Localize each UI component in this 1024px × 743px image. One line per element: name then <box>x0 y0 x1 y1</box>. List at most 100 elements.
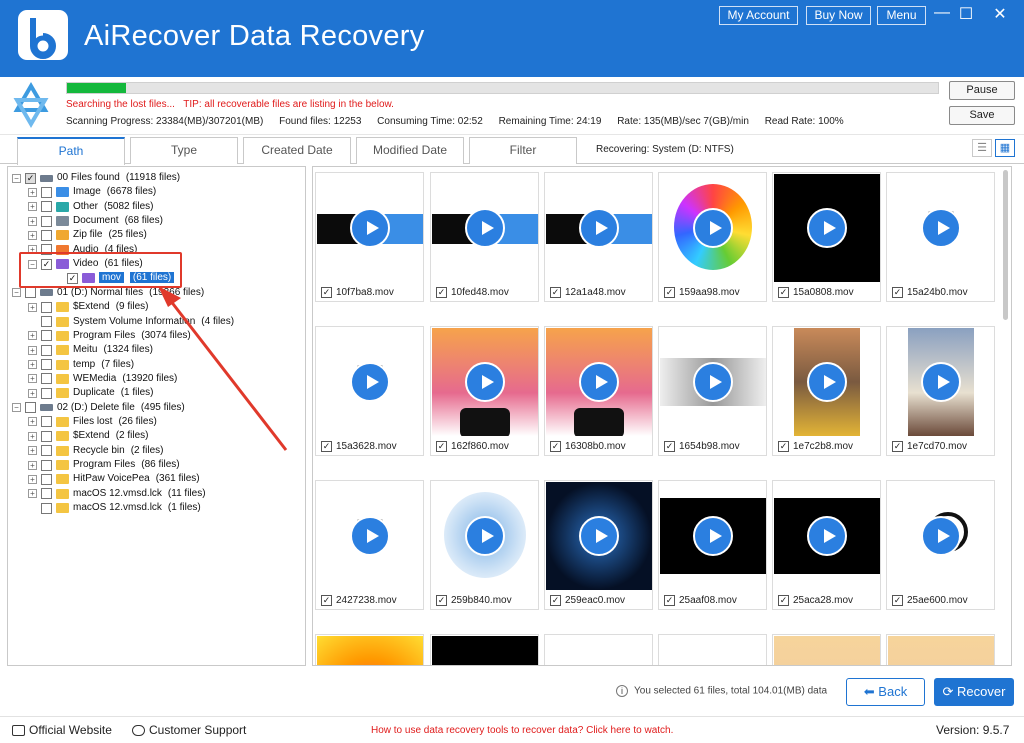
file-card[interactable]: ✓ 10fed48.mov <box>430 172 539 302</box>
tree-checkbox[interactable] <box>41 473 52 485</box>
file-checkbox[interactable]: ✓ <box>321 440 332 452</box>
tree-node[interactable]: − ✓ Video (61 files) <box>28 257 143 271</box>
play-icon[interactable] <box>465 516 505 556</box>
file-card[interactable]: ✓ 16308b0.mov <box>544 326 653 456</box>
expand-toggle-icon[interactable]: + <box>28 302 37 312</box>
tree-node[interactable]: + $Extend (9 files) <box>28 300 149 314</box>
tree-node[interactable]: + Document (68 files) <box>28 214 163 228</box>
file-checkbox[interactable]: ✓ <box>321 286 332 298</box>
tree-checkbox[interactable] <box>41 445 52 457</box>
play-icon[interactable] <box>579 362 619 402</box>
tab-modified-date[interactable]: Modified Date <box>356 137 464 164</box>
tree-node[interactable]: − 02 (D:) Delete file (495 files) <box>12 401 185 415</box>
expand-toggle-icon[interactable]: + <box>28 230 37 240</box>
play-icon[interactable] <box>921 362 961 402</box>
tree-node[interactable]: + WEMedia (13920 files) <box>28 372 177 386</box>
tree-checkbox[interactable] <box>41 416 52 428</box>
file-card[interactable]: ✓ 259eac0.mov <box>544 480 653 610</box>
file-checkbox[interactable]: ✓ <box>664 440 675 452</box>
file-card[interactable]: ✓ 10f7ba8.mov <box>315 172 424 302</box>
tree-node[interactable]: + Duplicate (1 files) <box>28 386 154 400</box>
file-checkbox[interactable]: ✓ <box>778 440 789 452</box>
file-card[interactable]: ✓ 1654b98.mov <box>658 326 767 456</box>
expand-toggle-icon[interactable]: − <box>12 403 21 413</box>
tree-checkbox[interactable] <box>41 344 52 356</box>
official-website-link[interactable]: Official Website <box>12 723 112 737</box>
file-checkbox[interactable]: ✓ <box>892 286 903 298</box>
howto-link[interactable]: How to use data recovery tools to recove… <box>371 725 673 736</box>
expand-toggle-icon[interactable]: + <box>28 374 37 384</box>
play-icon[interactable] <box>807 516 847 556</box>
tree-node[interactable]: + Other (5082 files) <box>28 200 153 214</box>
play-icon[interactable] <box>693 516 733 556</box>
tree-node[interactable]: + macOS 12.vmsd.lck (11 files) <box>28 487 206 501</box>
file-card[interactable] <box>544 634 653 665</box>
play-icon[interactable] <box>350 362 390 402</box>
expand-toggle-icon[interactable]: + <box>28 331 37 341</box>
expand-toggle-icon[interactable]: − <box>12 173 21 183</box>
file-checkbox[interactable]: ✓ <box>321 594 332 606</box>
tree-checkbox[interactable] <box>41 373 52 385</box>
my-account-button[interactable]: My Account <box>719 6 798 25</box>
expand-toggle-icon[interactable]: + <box>28 417 37 427</box>
recover-button[interactable]: ⟳ Recover <box>934 678 1014 706</box>
play-icon[interactable] <box>465 362 505 402</box>
file-card[interactable]: ✓ 259b840.mov <box>430 480 539 610</box>
tree-checkbox[interactable] <box>41 215 52 227</box>
tree-checkbox[interactable] <box>41 186 52 198</box>
tree-node[interactable]: + Program Files (3074 files) <box>28 329 191 343</box>
tree-checkbox[interactable] <box>41 229 52 241</box>
tree-node[interactable]: + Image (6678 files) <box>28 185 156 199</box>
expand-toggle-icon[interactable]: + <box>28 431 37 441</box>
file-card[interactable] <box>886 634 995 665</box>
tree-node[interactable]: + Meitu (1324 files) <box>28 343 153 357</box>
tab-type[interactable]: Type <box>130 137 238 164</box>
play-icon[interactable] <box>693 362 733 402</box>
play-icon[interactable] <box>350 516 390 556</box>
tree-checkbox[interactable] <box>41 488 52 500</box>
file-checkbox[interactable]: ✓ <box>436 440 447 452</box>
tab-path[interactable]: Path <box>17 137 125 165</box>
expand-toggle-icon[interactable]: + <box>28 489 37 499</box>
tree-node[interactable]: ✓ mov (61 files) <box>54 271 175 285</box>
tree-checkbox[interactable] <box>41 430 52 442</box>
file-checkbox[interactable]: ✓ <box>436 594 447 606</box>
file-card[interactable]: ✓ 2427238.mov <box>315 480 424 610</box>
back-button[interactable]: ⬅ Back <box>846 678 925 706</box>
file-checkbox[interactable]: ✓ <box>550 440 561 452</box>
play-icon[interactable] <box>350 208 390 248</box>
save-button[interactable]: Save <box>949 106 1015 125</box>
expand-toggle-icon[interactable]: + <box>28 216 37 226</box>
tree-checkbox[interactable] <box>25 402 36 414</box>
play-icon[interactable] <box>465 208 505 248</box>
tree-checkbox[interactable] <box>41 201 52 213</box>
expand-toggle-icon[interactable]: + <box>28 474 37 484</box>
file-checkbox[interactable]: ✓ <box>892 594 903 606</box>
expand-toggle-icon[interactable]: + <box>28 345 37 355</box>
file-card[interactable]: ✓ 159aa98.mov <box>658 172 767 302</box>
file-checkbox[interactable]: ✓ <box>778 286 789 298</box>
tree-node[interactable]: macOS 12.vmsd.lck (1 files) <box>28 501 201 515</box>
file-card[interactable] <box>772 634 881 665</box>
file-checkbox[interactable]: ✓ <box>550 594 561 606</box>
file-card[interactable]: ✓ 1e7cd70.mov <box>886 326 995 456</box>
tree-node[interactable]: + Recycle bin (2 files) <box>28 444 164 458</box>
play-icon[interactable] <box>693 208 733 248</box>
expand-toggle-icon[interactable]: + <box>28 360 37 370</box>
play-icon[interactable] <box>921 208 961 248</box>
tree-checkbox[interactable] <box>41 459 52 471</box>
file-checkbox[interactable]: ✓ <box>550 286 561 298</box>
play-icon[interactable] <box>807 362 847 402</box>
expand-toggle-icon[interactable]: + <box>28 245 37 255</box>
tree-node[interactable]: + Zip file (25 files) <box>28 228 147 242</box>
play-icon[interactable] <box>579 516 619 556</box>
list-view-icon[interactable]: ☰ <box>972 139 992 157</box>
minimize-icon[interactable]: — <box>931 4 953 22</box>
tab-created-date[interactable]: Created Date <box>243 137 351 164</box>
tree-node[interactable]: − ✓ 00 Files found (11918 files) <box>12 171 180 185</box>
tree-node[interactable]: + Audio (4 files) <box>28 243 137 257</box>
tree-node[interactable]: + $Extend (2 files) <box>28 429 149 443</box>
tree-node[interactable]: + Files lost (26 files) <box>28 415 157 429</box>
play-icon[interactable] <box>807 208 847 248</box>
expand-toggle-icon[interactable]: − <box>28 259 37 269</box>
